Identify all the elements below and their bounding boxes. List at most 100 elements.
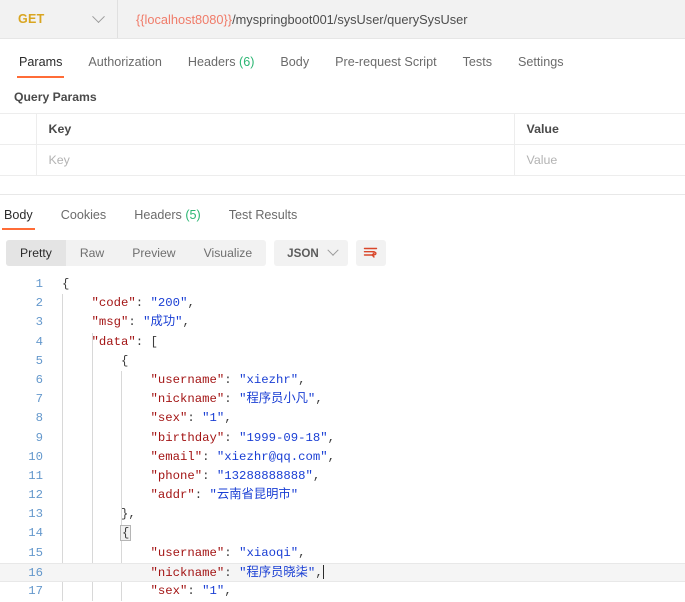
code-line-content: }, xyxy=(52,505,685,524)
code-line: 11"phone": "13288888888", xyxy=(0,467,685,486)
matching-brace-highlight: { xyxy=(121,526,130,540)
key-column-header: Key xyxy=(36,114,514,145)
table-body: Key Value xyxy=(0,145,685,176)
value-column-header: Value xyxy=(514,114,685,145)
request-tab-settings[interactable]: Settings xyxy=(505,55,577,78)
response-tab-bar: BodyCookiesHeaders (5)Test Results xyxy=(0,199,685,230)
code-line: 5{ xyxy=(0,352,685,371)
code-line: 9"birthday": "1999-09-18", xyxy=(0,429,685,448)
json-string-value: "xiezhr@qq.com" xyxy=(217,450,328,464)
tab-label: Body xyxy=(280,55,309,69)
text-cursor xyxy=(323,565,324,579)
code-line-content: "msg": "成功", xyxy=(52,313,685,332)
line-number: 7 xyxy=(0,390,52,409)
code-line-content: "nickname": "程序员晓柒", xyxy=(52,564,685,581)
code-line: 1{ xyxy=(0,275,685,294)
code-line-content: "addr": "云南省昆明市" xyxy=(52,486,685,505)
view-mode-group: PrettyRawPreviewVisualize xyxy=(6,240,266,266)
line-number: 4 xyxy=(0,333,52,352)
response-tab-body[interactable]: Body xyxy=(0,208,47,230)
code-line: 12"addr": "云南省昆明市" xyxy=(0,486,685,505)
view-mode-pretty[interactable]: Pretty xyxy=(6,240,66,266)
json-string-value: "1" xyxy=(202,411,224,425)
line-number: 8 xyxy=(0,409,52,428)
json-string-value: "成功" xyxy=(143,315,182,329)
request-tab-headers[interactable]: Headers (6) xyxy=(175,55,268,78)
value-input[interactable]: Value xyxy=(514,145,685,176)
json-punctuation: { xyxy=(62,277,69,291)
json-punctuation: , xyxy=(183,315,190,329)
json-string-value: "程序员晓柒" xyxy=(239,566,315,580)
response-tab-cookies[interactable]: Cookies xyxy=(47,208,121,230)
code-line: 17"sex": "1", xyxy=(0,582,685,601)
code-line: 8"sex": "1", xyxy=(0,409,685,428)
request-tab-tests[interactable]: Tests xyxy=(450,55,505,78)
json-punctuation: : xyxy=(224,392,239,406)
response-format-selector[interactable]: JSON xyxy=(274,240,348,266)
json-punctuation: , xyxy=(328,450,335,464)
code-line: 4"data": [ xyxy=(0,333,685,352)
view-mode-visualize[interactable]: Visualize xyxy=(190,240,267,266)
http-method-label: GET xyxy=(18,12,45,26)
code-line: 13}, xyxy=(0,505,685,524)
response-toolbar: PrettyRawPreviewVisualize JSON xyxy=(0,230,685,275)
json-punctuation: : xyxy=(128,315,143,329)
json-string-value: "云南省昆明市" xyxy=(210,488,299,502)
key-input[interactable]: Key xyxy=(36,145,514,176)
wrap-lines-button[interactable] xyxy=(356,240,386,266)
response-tab-test-results[interactable]: Test Results xyxy=(215,208,312,230)
view-mode-raw[interactable]: Raw xyxy=(66,240,118,266)
json-punctuation: : xyxy=(224,373,239,387)
code-line-content: "phone": "13288888888", xyxy=(52,467,685,486)
response-divider xyxy=(0,194,685,195)
wrap-lines-icon xyxy=(363,246,378,260)
json-punctuation: { xyxy=(121,354,128,368)
request-tab-pre-request-script[interactable]: Pre-request Script xyxy=(322,55,450,78)
http-method-selector[interactable]: GET xyxy=(0,0,118,38)
json-punctuation: , xyxy=(313,469,320,483)
row-checkbox-cell[interactable] xyxy=(0,145,36,176)
json-punctuation: , xyxy=(187,296,194,310)
request-tab-authorization[interactable]: Authorization xyxy=(75,55,175,78)
chevron-down-icon xyxy=(327,245,338,256)
json-key: "nickname" xyxy=(151,566,225,580)
line-number: 16 xyxy=(0,564,52,581)
json-key: "email" xyxy=(151,450,203,464)
json-punctuation: : xyxy=(224,431,239,445)
json-punctuation: , xyxy=(224,584,231,598)
json-key: "phone" xyxy=(151,469,203,483)
json-punctuation: , xyxy=(315,566,322,580)
line-number: 9 xyxy=(0,429,52,448)
json-key: "sex" xyxy=(151,411,188,425)
view-mode-preview[interactable]: Preview xyxy=(118,240,189,266)
tab-count-badge: (6) xyxy=(236,55,255,69)
url-input[interactable]: {{localhost8080}}/myspringboot001/sysUse… xyxy=(118,0,685,38)
request-tab-body[interactable]: Body xyxy=(267,55,322,78)
json-string-value: "xiezhr" xyxy=(239,373,298,387)
code-line-content: "username": "xiaoqi", xyxy=(52,544,685,563)
json-punctuation: : xyxy=(187,584,202,598)
code-line-content: "sex": "1", xyxy=(52,409,685,428)
json-punctuation: , xyxy=(315,392,322,406)
table-row[interactable]: Key Value xyxy=(0,145,685,176)
response-tab-headers[interactable]: Headers (5) xyxy=(120,208,215,230)
json-punctuation: : [ xyxy=(136,335,158,349)
json-string-value: "xiaoqi" xyxy=(239,546,298,560)
tab-label: Pre-request Script xyxy=(335,55,437,69)
postman-window: GET {{localhost8080}}/myspringboot001/sy… xyxy=(0,0,685,602)
tab-count-badge: (5) xyxy=(182,208,201,222)
json-string-value: "1" xyxy=(202,584,224,598)
tab-label: Cookies xyxy=(61,208,107,222)
json-punctuation: , xyxy=(298,546,305,560)
json-key: "birthday" xyxy=(151,431,225,445)
code-line-content: "data": [ xyxy=(52,333,685,352)
json-key: "username" xyxy=(151,373,225,387)
line-number: 13 xyxy=(0,505,52,524)
request-tab-params[interactable]: Params xyxy=(6,55,75,78)
response-body-code-viewer[interactable]: 1{2"code": "200",3"msg": "成功",4"data": [… xyxy=(0,275,685,601)
code-line-content: "nickname": "程序员小凡", xyxy=(52,390,685,409)
json-key: "nickname" xyxy=(151,392,225,406)
query-params-label: Query Params xyxy=(0,78,685,113)
json-punctuation: }, xyxy=(121,507,136,521)
tab-label: Headers xyxy=(134,208,182,222)
